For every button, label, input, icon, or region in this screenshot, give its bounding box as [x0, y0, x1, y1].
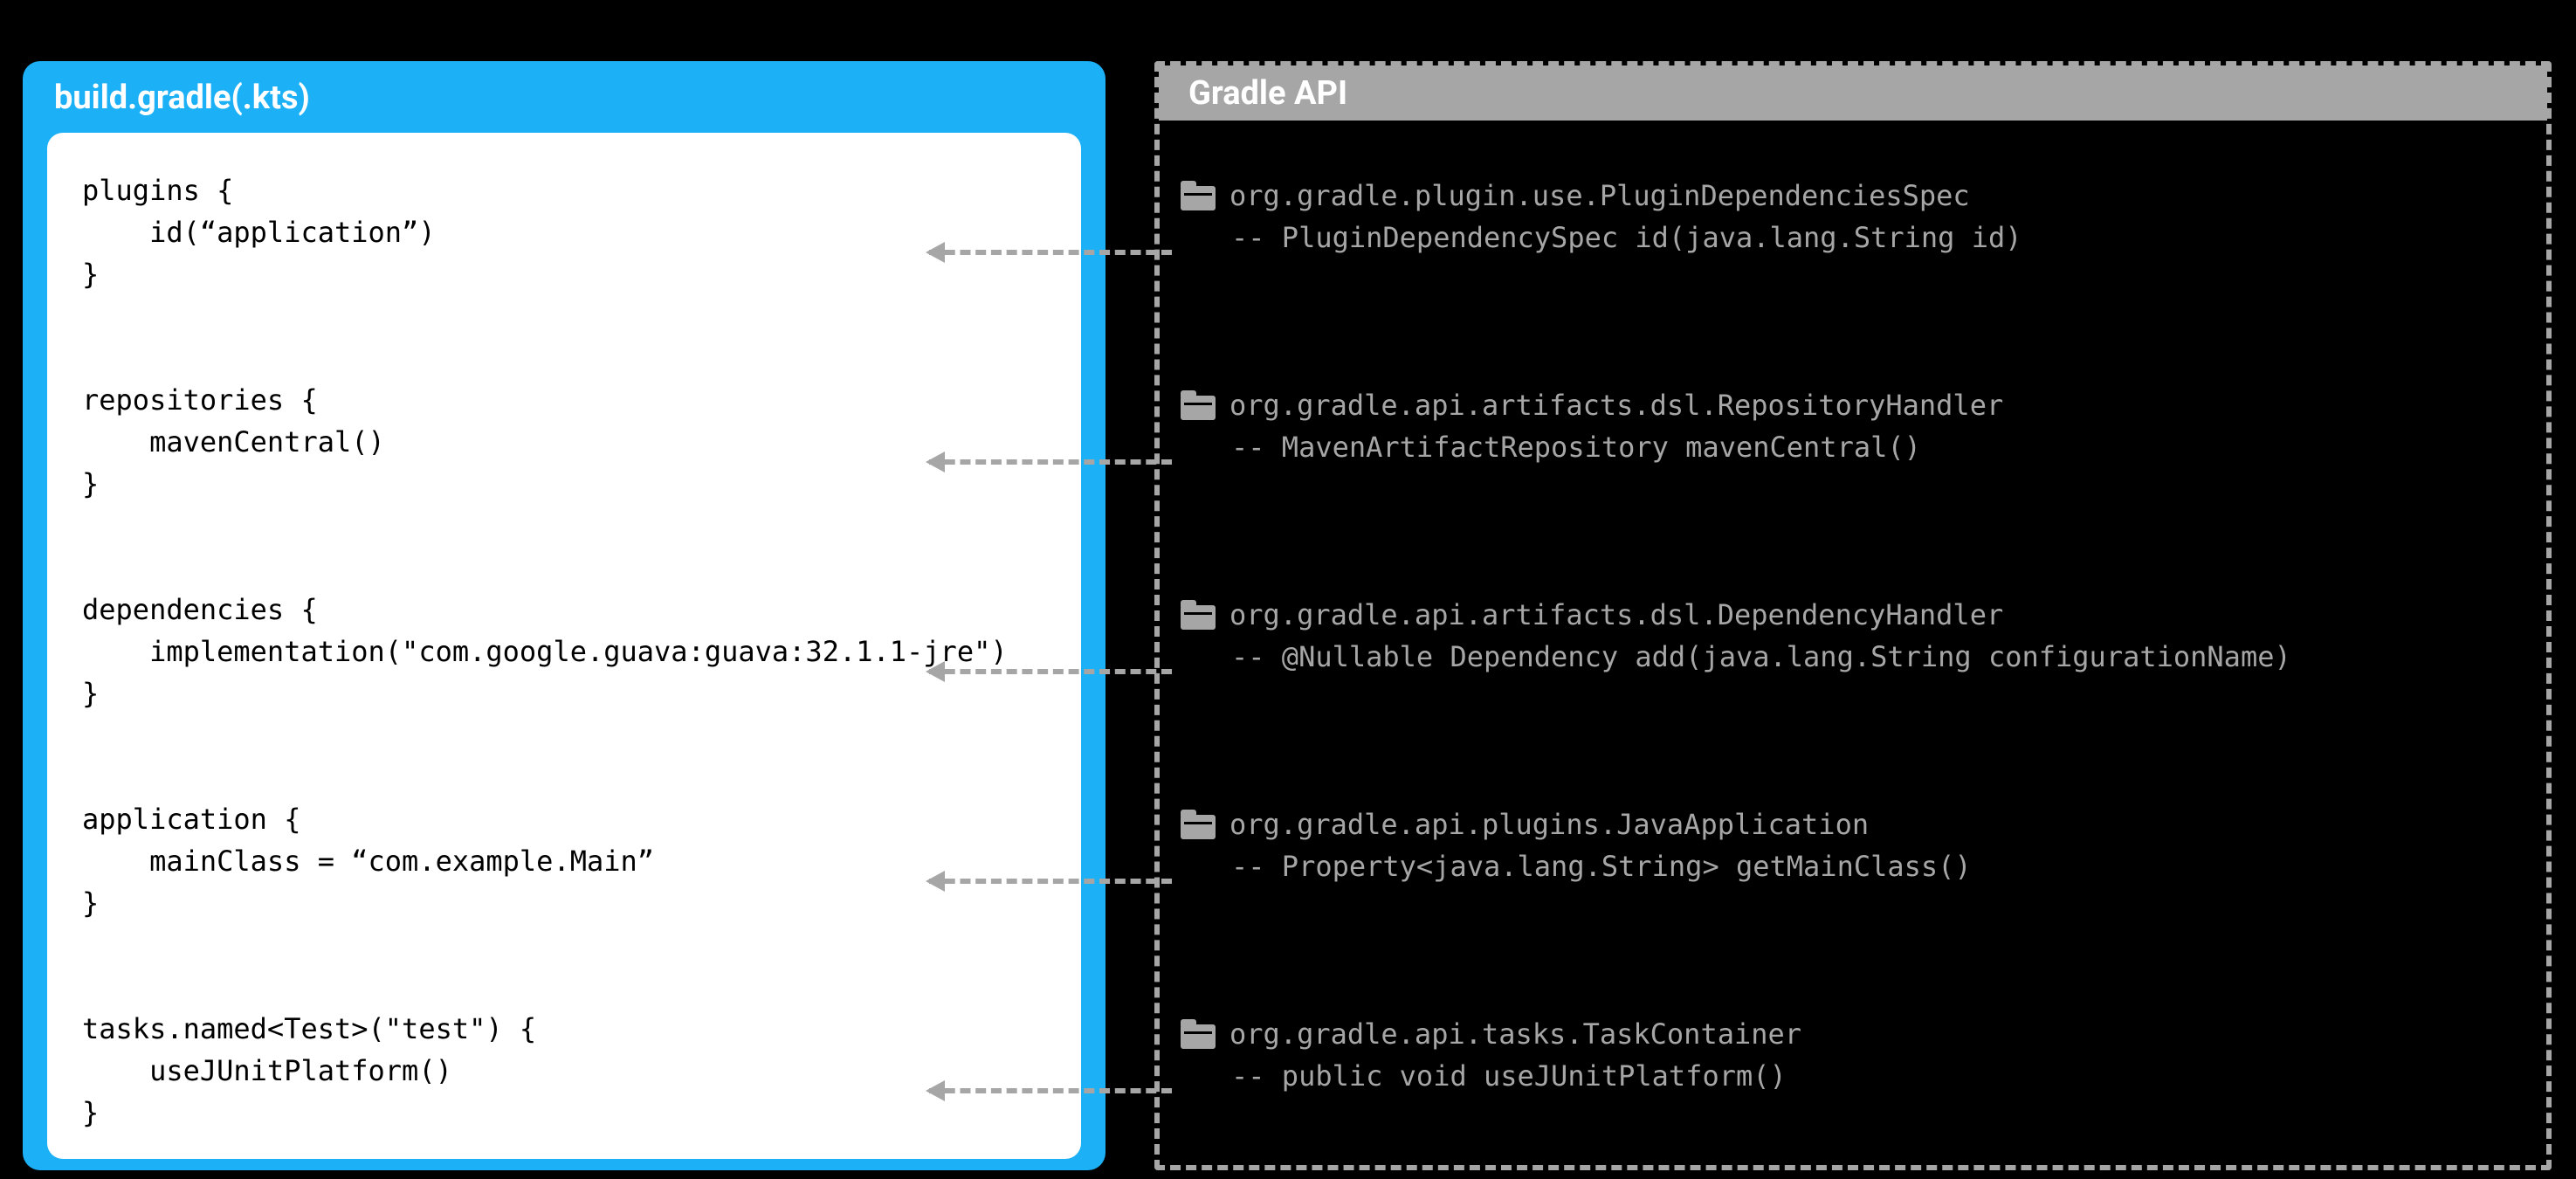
api-entry: org.gradle.api.artifacts.dsl.DependencyH…	[1181, 594, 2291, 678]
gradle-api-title: Gradle API	[1188, 74, 1347, 113]
folder-icon	[1181, 181, 1216, 210]
api-method-signature: -- PluginDependencySpec id(java.lang.Str…	[1181, 217, 2022, 259]
mapping-arrow	[929, 669, 1172, 674]
build-file-title: build.gradle(.kts)	[54, 79, 1081, 117]
api-method-signature: -- Property<java.lang.String> getMainCla…	[1181, 845, 1972, 887]
api-class-name: org.gradle.api.tasks.TaskContainer	[1229, 1013, 1801, 1055]
api-entry: org.gradle.plugin.use.PluginDependencies…	[1181, 175, 2022, 259]
api-entry: org.gradle.api.tasks.TaskContainer-- pub…	[1181, 1013, 1801, 1097]
gradle-api-panel: Gradle API org.gradle.plugin.use.PluginD…	[1154, 61, 2552, 1170]
api-method-signature: -- public void useJUnitPlatform()	[1181, 1055, 1801, 1097]
api-entry: org.gradle.api.artifacts.dsl.RepositoryH…	[1181, 384, 2003, 468]
api-class-name: org.gradle.api.artifacts.dsl.RepositoryH…	[1229, 384, 2003, 426]
api-class-name: org.gradle.api.artifacts.dsl.DependencyH…	[1229, 594, 2003, 636]
mapping-arrow	[929, 879, 1172, 884]
gradle-api-title-bar: Gradle API	[1159, 66, 2547, 121]
code-block: plugins { id(“application”) } repositori…	[47, 133, 1081, 1159]
mapping-arrow	[929, 250, 1172, 255]
folder-icon	[1181, 600, 1216, 630]
folder-icon	[1181, 810, 1216, 839]
mapping-arrow	[929, 1088, 1172, 1093]
api-method-signature: -- @Nullable Dependency add(java.lang.St…	[1181, 636, 2291, 678]
folder-icon	[1181, 390, 1216, 420]
api-entry: org.gradle.api.plugins.JavaApplication--…	[1181, 803, 1972, 887]
api-method-signature: -- MavenArtifactRepository mavenCentral(…	[1181, 426, 2003, 468]
api-class-name: org.gradle.plugin.use.PluginDependencies…	[1229, 175, 1970, 217]
folder-icon	[1181, 1019, 1216, 1049]
mapping-arrow	[929, 459, 1172, 465]
api-class-name: org.gradle.api.plugins.JavaApplication	[1229, 803, 1869, 845]
build-file-panel: build.gradle(.kts) plugins { id(“applica…	[23, 61, 1105, 1170]
